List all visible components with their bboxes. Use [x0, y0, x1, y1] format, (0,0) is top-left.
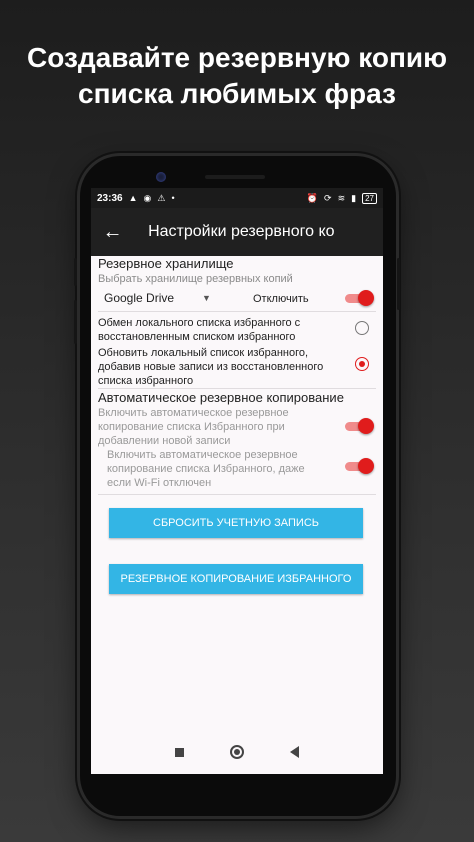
sync-option-2-radio[interactable] — [355, 357, 369, 371]
toggle-thumb — [358, 418, 374, 434]
front-camera — [156, 172, 166, 182]
alarm-icon: ⏰ — [306, 192, 319, 203]
divider — [98, 388, 376, 389]
signal-icon: ▮ — [351, 192, 357, 203]
alert-icon: ⚠ — [157, 192, 166, 203]
power-button — [397, 258, 400, 310]
sync-option-1-label: Обмен локального списка избранного с вос… — [98, 317, 301, 343]
back-arrow-icon[interactable]: ← — [91, 221, 134, 244]
game-icon: ◉ — [143, 192, 152, 203]
battery-icon: 27 — [362, 192, 377, 204]
auto-backup-toggle-1[interactable] — [343, 418, 375, 434]
headline-line-1: Создавайте резервную копию — [27, 42, 447, 73]
home-icon[interactable] — [230, 745, 244, 759]
back-icon[interactable] — [290, 746, 299, 758]
sync-option-2-label: Обновить локальный список избранного, до… — [98, 347, 324, 387]
sync-option-1-radio[interactable] — [355, 321, 369, 335]
storage-dropdown-value: Google Drive — [104, 291, 175, 305]
toggle-thumb — [358, 458, 374, 474]
divider — [98, 311, 376, 312]
wifi-icon: ≋ — [337, 192, 346, 203]
status-bar: 23:36 ▲ ◉ ⚠ • ⏰ ⟳ ≋ ▮ 27 — [91, 188, 383, 208]
volume-button-2 — [74, 300, 77, 344]
headline-line-2: списка любимых фраз — [78, 78, 396, 109]
auto-backup-toggle-2[interactable] — [343, 458, 375, 474]
divider — [98, 494, 376, 495]
dot-icon: • — [171, 193, 175, 203]
storage-subtitle: Выбрать хранилище резервных копий — [98, 273, 293, 285]
nav-bar — [91, 730, 383, 774]
phone-screen: 23:36 ▲ ◉ ⚠ • ⏰ ⟳ ≋ ▮ 27 ← Настройки рез… — [91, 188, 383, 774]
toggle-thumb — [358, 290, 374, 306]
volume-button — [74, 258, 77, 286]
app-bar: ← Настройки резервного ко — [91, 208, 383, 256]
status-time: 23:36 — [97, 192, 123, 204]
auto-backup-option-1-label: Включить автоматическое резервное копиро… — [98, 407, 289, 447]
storage-dropdown[interactable]: Google Drive ▼ — [104, 291, 211, 305]
sync-icon: ⟳ — [324, 192, 332, 203]
storage-section-title: Резервное хранилище — [98, 256, 234, 271]
reset-account-button[interactable]: СБРОСИТЬ УЧЕТНУЮ ЗАПИСЬ — [109, 508, 363, 538]
notification-icon: ▲ — [128, 193, 138, 203]
headline: Создавайте резервную копию списка любимы… — [0, 40, 474, 112]
page-title: Настройки резервного ко — [148, 223, 335, 240]
disconnect-label: Отключить — [253, 293, 309, 305]
backup-favorites-button[interactable]: РЕЗЕРВНОЕ КОПИРОВАНИЕ ИЗБРАННОГО — [109, 564, 363, 594]
chevron-down-icon: ▼ — [202, 293, 211, 303]
earpiece-speaker — [205, 175, 265, 179]
disconnect-toggle[interactable] — [343, 290, 375, 306]
auto-backup-section-title: Автоматическое резервное копирование — [98, 390, 344, 405]
recents-icon[interactable] — [175, 747, 184, 757]
auto-backup-option-2-label: Включить автоматическое резервное копиро… — [107, 449, 305, 489]
